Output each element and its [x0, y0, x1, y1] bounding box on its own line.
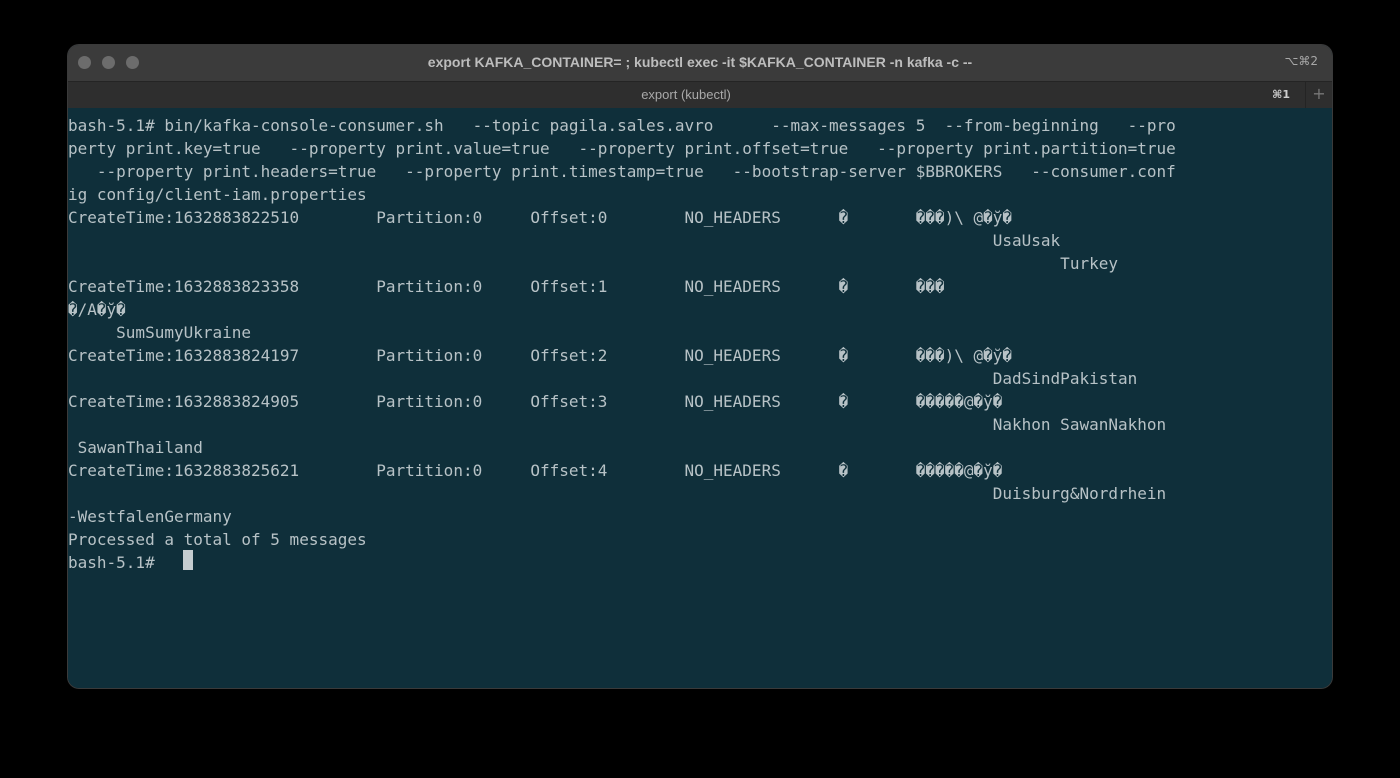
- tab-bar: export (kubectl) ⌘1 +: [68, 81, 1332, 108]
- tab-export-kubectl[interactable]: export (kubectl): [68, 82, 1304, 108]
- terminal-line: �/A�ў�: [68, 300, 126, 319]
- terminal-line: ig config/client-iam.properties: [68, 185, 367, 204]
- terminal-line: --property print.headers=true --property…: [68, 162, 1176, 181]
- terminal-line: perty print.key=true --property print.va…: [68, 139, 1176, 158]
- terminal-line: Turkey: [68, 254, 1118, 273]
- terminal-window: export KAFKA_CONTAINER= ; kubectl exec -…: [68, 45, 1332, 688]
- terminal-line: CreateTime:1632883825621 Partition:0 Off…: [68, 461, 1003, 480]
- terminal-line: Nakhon SawanNakhon: [68, 415, 1167, 434]
- terminal-line: DadSindPakistan: [68, 369, 1138, 388]
- terminal-line: CreateTime:1632883824197 Partition:0 Off…: [68, 346, 1013, 365]
- terminal-cursor: [183, 550, 193, 570]
- new-tab-button[interactable]: +: [1305, 82, 1332, 108]
- terminal-line: SumSumyUkraine: [68, 323, 252, 342]
- terminal-line: CreateTime:1632883822510 Partition:0 Off…: [68, 208, 1013, 227]
- terminal-line: bash-5.1# bin/kafka-console-consumer.sh …: [68, 116, 1176, 135]
- window-title: export KAFKA_CONTAINER= ; kubectl exec -…: [427, 54, 973, 70]
- window-shortcut: ⌥⌘2: [1284, 54, 1318, 68]
- terminal-line: Duisburg&Nordrhein: [68, 484, 1167, 503]
- terminal-line: SawanThailand: [68, 438, 203, 457]
- terminal-line: UsaUsak: [68, 231, 1061, 250]
- terminal-line: CreateTime:1632883823358 Partition:0 Off…: [68, 277, 945, 296]
- terminal-line: Processed a total of 5 messages: [68, 530, 367, 549]
- tab-shortcut: ⌘1: [1272, 88, 1290, 101]
- terminal-line: CreateTime:1632883824905 Partition:0 Off…: [68, 392, 1003, 411]
- terminal-line: -WestfalenGermany: [68, 507, 232, 526]
- title-bar: export KAFKA_CONTAINER= ; kubectl exec -…: [68, 45, 1332, 81]
- terminal-prompt: bash-5.1#: [68, 553, 165, 572]
- terminal-output[interactable]: bash-5.1# bin/kafka-console-consumer.sh …: [68, 108, 1332, 688]
